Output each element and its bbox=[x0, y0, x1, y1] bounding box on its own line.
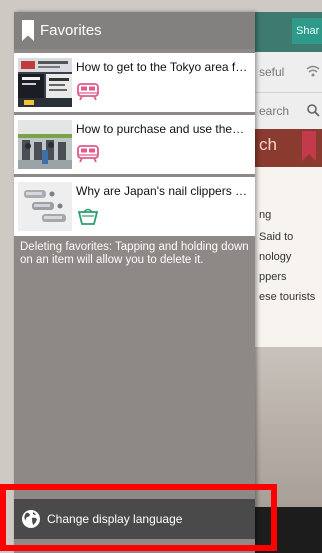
change-display-language-label: Change display language bbox=[47, 512, 183, 526]
share-button[interactable]: Shar bbox=[292, 18, 322, 44]
train-icon bbox=[77, 145, 99, 163]
favorite-title: Why are Japan's nail clippers o… bbox=[76, 184, 252, 198]
delete-favorites-help-text: Deleting favorites: Tapping and holding … bbox=[20, 241, 249, 266]
favorite-item[interactable]: Why are Japan's nail clippers o… bbox=[14, 177, 255, 236]
favorite-item[interactable]: How to get to the Tokyo area f… bbox=[14, 53, 255, 112]
change-display-language-button[interactable]: Change display language bbox=[14, 499, 255, 539]
favorites-list: How to get to the Tokyo area f… How to p… bbox=[14, 53, 255, 239]
drawer-header: Favorites bbox=[14, 12, 255, 49]
background-banner-text: ch bbox=[259, 135, 277, 154]
wifi-icon bbox=[306, 65, 320, 77]
airport-sign-photo bbox=[18, 58, 72, 107]
background-row-text: seful bbox=[259, 65, 285, 79]
background-article-line: ng bbox=[259, 209, 272, 221]
nail-clippers-photo bbox=[18, 182, 72, 231]
background-article-line: ppers bbox=[259, 271, 287, 283]
train-icon bbox=[77, 83, 99, 101]
globe-icon bbox=[22, 510, 40, 528]
bookmark-icon bbox=[22, 20, 34, 41]
background-row-text: earch bbox=[259, 104, 290, 118]
background-article: ng Said to nology ppers ese tourists bbox=[255, 167, 322, 347]
background-search-row: earch bbox=[255, 92, 322, 129]
search-icon bbox=[307, 104, 320, 117]
shopping-bag-icon bbox=[77, 208, 99, 225]
background-bottom-bar bbox=[255, 507, 322, 553]
bookmark-icon bbox=[302, 131, 316, 161]
background-menu-row: seful bbox=[255, 52, 322, 92]
background-article-line: ese tourists bbox=[259, 291, 316, 303]
background-article-line: Said to bbox=[259, 231, 294, 243]
drawer-title: Favorites bbox=[40, 22, 102, 39]
favorite-item[interactable]: How to purchase and use the… bbox=[14, 115, 255, 174]
background-article-line: nology bbox=[259, 251, 292, 263]
favorite-title: How to get to the Tokyo area f… bbox=[76, 60, 248, 74]
favorites-drawer: Favorites How to get to the Tokyo area f… bbox=[14, 12, 255, 553]
background-photo bbox=[255, 347, 322, 507]
favorite-title: How to purchase and use the… bbox=[76, 122, 245, 136]
ticket-gate-photo bbox=[18, 120, 72, 169]
background-section-banner: ch bbox=[255, 129, 322, 167]
